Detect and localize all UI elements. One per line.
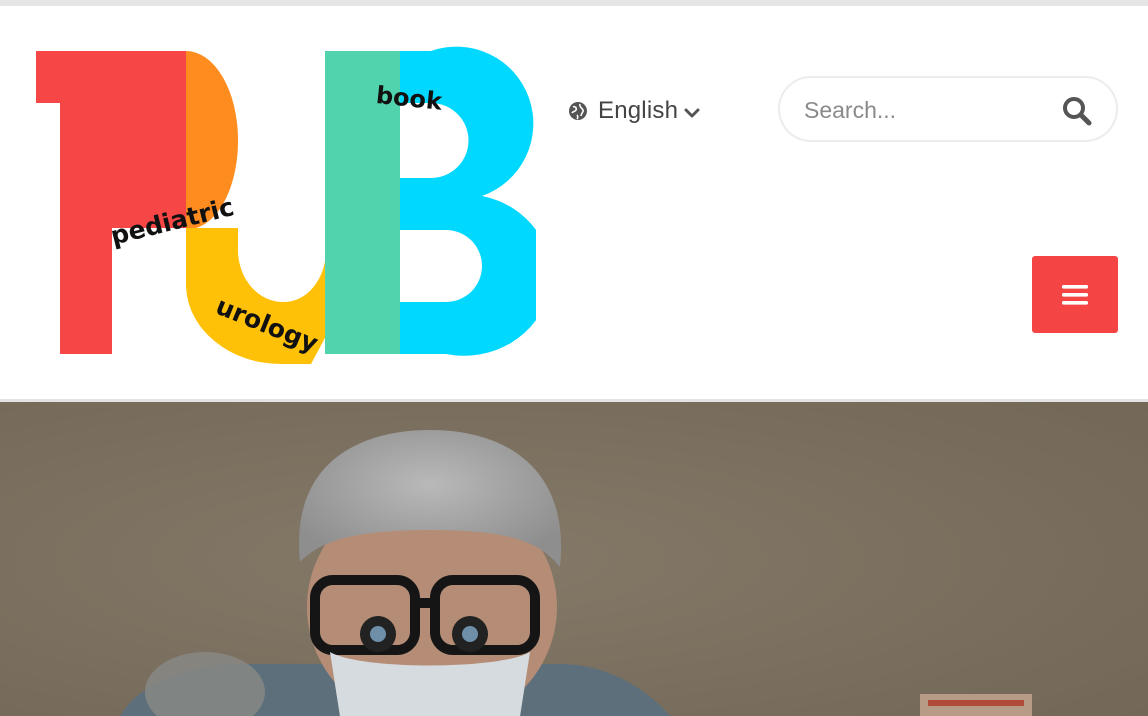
hero-banner	[0, 402, 1148, 716]
pub-logo-mark: book pediatric urology	[36, 46, 536, 364]
chevron-down-icon	[684, 108, 700, 118]
search-button[interactable]	[1062, 96, 1092, 126]
search-input[interactable]	[804, 88, 1044, 132]
site-logo[interactable]: book pediatric urology	[36, 46, 536, 376]
search-form	[778, 76, 1118, 142]
language-selector[interactable]: English	[568, 94, 700, 128]
hamburger-menu-icon	[1062, 284, 1088, 305]
site-header: book pediatric urology English	[0, 6, 1148, 400]
globe-icon	[569, 102, 587, 120]
search-icon	[1063, 97, 1092, 126]
surgeon-portrait-photo	[0, 402, 1148, 716]
menu-toggle-button[interactable]	[1032, 256, 1118, 333]
language-label: English	[598, 97, 679, 124]
